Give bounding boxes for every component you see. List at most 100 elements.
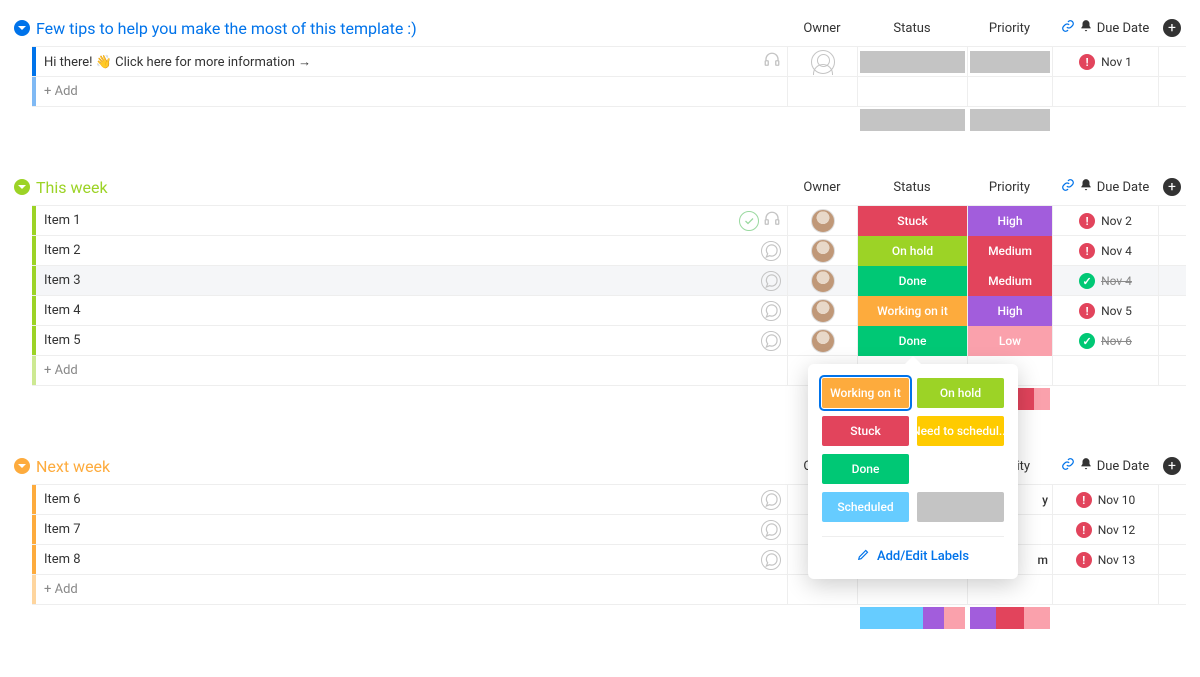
warning-icon: ! xyxy=(1079,303,1095,319)
status-option[interactable]: On hold xyxy=(917,378,1004,408)
add-column-button[interactable]: + xyxy=(1158,448,1186,484)
status-option[interactable]: Done xyxy=(822,454,909,484)
row-end-cell xyxy=(1158,545,1186,575)
status-cell[interactable] xyxy=(857,47,967,77)
item-name[interactable]: Item 7 xyxy=(36,515,761,544)
column-header-owner[interactable]: Owner xyxy=(787,10,857,46)
due-date-cell[interactable]: ! Nov 10 xyxy=(1052,485,1158,515)
item-name[interactable]: Item 5 xyxy=(36,326,761,355)
status-cell[interactable]: Done xyxy=(857,266,967,296)
priority-summary-bar xyxy=(970,109,1050,131)
add-column-button[interactable]: + xyxy=(1158,169,1186,205)
column-header-priority[interactable]: Priority xyxy=(967,10,1052,46)
column-header-owner[interactable]: Owner xyxy=(787,169,857,205)
row-color-bar xyxy=(32,575,36,604)
column-header-duedate[interactable]: Due Date xyxy=(1052,448,1158,484)
item-name[interactable]: Item 2 xyxy=(36,236,761,265)
comment-icon[interactable] xyxy=(761,550,781,570)
status-cell[interactable]: Working on it xyxy=(857,296,967,326)
comment-icon[interactable] xyxy=(761,520,781,540)
item-name[interactable]: Item 8 xyxy=(36,545,761,574)
priority-cell[interactable]: Medium xyxy=(967,236,1052,266)
due-date-cell[interactable]: ! Nov 5 xyxy=(1052,296,1158,326)
priority-cell[interactable]: Medium xyxy=(967,266,1052,296)
group-title[interactable]: This week xyxy=(36,178,108,197)
priority-cell[interactable]: High xyxy=(967,206,1052,236)
warning-icon: ! xyxy=(1076,522,1092,538)
item-name[interactable]: Item 6 xyxy=(36,485,761,514)
row-icons xyxy=(761,485,787,514)
owner-cell[interactable] xyxy=(787,236,857,266)
row-icons xyxy=(739,206,787,235)
group-tips: Few tips to help you make the most of th… xyxy=(14,10,1186,133)
item-name[interactable]: Hi there! 👋 Click here for more informat… xyxy=(36,47,763,76)
status-option[interactable] xyxy=(917,492,1004,522)
due-date-cell[interactable]: ! Nov 2 xyxy=(1052,206,1158,236)
item-name[interactable]: Item 4 xyxy=(36,296,761,325)
add-column-button[interactable]: + xyxy=(1158,10,1186,46)
status-option[interactable]: Stuck xyxy=(822,416,909,446)
status-cell[interactable]: On hold xyxy=(857,236,967,266)
table-row[interactable]: Item 5 Done Working on itOn holdStuckNeed… xyxy=(32,326,1186,356)
add-edit-labels-button[interactable]: Add/Edit Labels xyxy=(822,536,1004,565)
comment-icon[interactable] xyxy=(761,331,781,351)
link-icon xyxy=(1061,178,1075,196)
priority-cell[interactable]: High xyxy=(967,296,1052,326)
column-header-status[interactable]: Status xyxy=(857,169,967,205)
row-end-cell xyxy=(1158,485,1186,515)
table-row[interactable]: Item 2 On holdMedium ! Nov 4 xyxy=(32,236,1186,266)
comment-icon[interactable] xyxy=(761,241,781,261)
status-option[interactable]: Scheduled xyxy=(822,492,909,522)
row-icons xyxy=(761,326,787,355)
row-icons xyxy=(761,266,787,295)
status-cell[interactable]: Stuck xyxy=(857,206,967,236)
owner-cell[interactable] xyxy=(787,47,857,77)
group-title[interactable]: Few tips to help you make the most of th… xyxy=(36,19,417,38)
add-item-row[interactable]: + Add xyxy=(32,575,1186,605)
status-option[interactable]: Need to schedul... xyxy=(917,416,1004,446)
avatar-empty-icon xyxy=(811,50,835,74)
column-header-priority[interactable]: Priority xyxy=(967,169,1052,205)
comment-icon[interactable] xyxy=(761,301,781,321)
table-row[interactable]: Item 1 StuckHigh ! Nov 2 xyxy=(32,206,1186,236)
warning-icon: ! xyxy=(1079,213,1095,229)
warning-icon: ! xyxy=(1076,552,1092,568)
due-date-cell[interactable]: ! Nov 13 xyxy=(1052,545,1158,575)
table-row[interactable]: Item 3 DoneMedium ✓ Nov 4 xyxy=(32,266,1186,296)
plus-icon: + xyxy=(1163,19,1181,37)
row-icons xyxy=(761,296,787,325)
warning-icon: ! xyxy=(1076,492,1092,508)
row-end-cell xyxy=(1158,206,1186,236)
status-option[interactable]: Working on it xyxy=(822,378,909,408)
row-icons xyxy=(763,47,787,76)
item-name[interactable]: Item 3 xyxy=(36,266,761,295)
add-item-row[interactable]: + Add xyxy=(32,77,1186,107)
row-end-cell xyxy=(1158,266,1186,296)
table-row[interactable]: Hi there! 👋 Click here for more informat… xyxy=(32,47,1186,77)
due-date-cell[interactable]: ! Nov 4 xyxy=(1052,236,1158,266)
collapse-icon[interactable] xyxy=(14,20,30,36)
link-icon xyxy=(1061,457,1075,475)
table-row[interactable]: Item 4 Working on itHigh ! Nov 5 xyxy=(32,296,1186,326)
headset-icon xyxy=(763,210,781,232)
comment-icon[interactable] xyxy=(761,271,781,291)
due-date-cell[interactable]: ✓ Nov 4 xyxy=(1052,266,1158,296)
due-date-cell[interactable]: ✓ Nov 6 xyxy=(1052,326,1158,356)
column-header-duedate[interactable]: Due Date xyxy=(1052,10,1158,46)
comment-icon[interactable] xyxy=(761,490,781,510)
collapse-icon[interactable] xyxy=(14,458,30,474)
owner-cell[interactable] xyxy=(787,296,857,326)
due-date-cell[interactable]: ! Nov 12 xyxy=(1052,515,1158,545)
owner-cell[interactable] xyxy=(787,206,857,236)
owner-cell[interactable] xyxy=(787,266,857,296)
priority-cell[interactable] xyxy=(967,47,1052,77)
collapse-icon[interactable] xyxy=(14,179,30,195)
owner-cell[interactable] xyxy=(787,326,857,356)
item-name[interactable]: Item 1 xyxy=(36,206,739,235)
column-header-status[interactable]: Status xyxy=(857,10,967,46)
status-cell[interactable]: Done Working on itOn holdStuckNeed to sc… xyxy=(857,326,967,356)
column-header-duedate[interactable]: Due Date xyxy=(1052,169,1158,205)
group-title[interactable]: Next week xyxy=(36,457,110,476)
priority-cell[interactable]: Low xyxy=(967,326,1052,356)
due-date-cell[interactable]: ! Nov 1 xyxy=(1052,47,1158,77)
